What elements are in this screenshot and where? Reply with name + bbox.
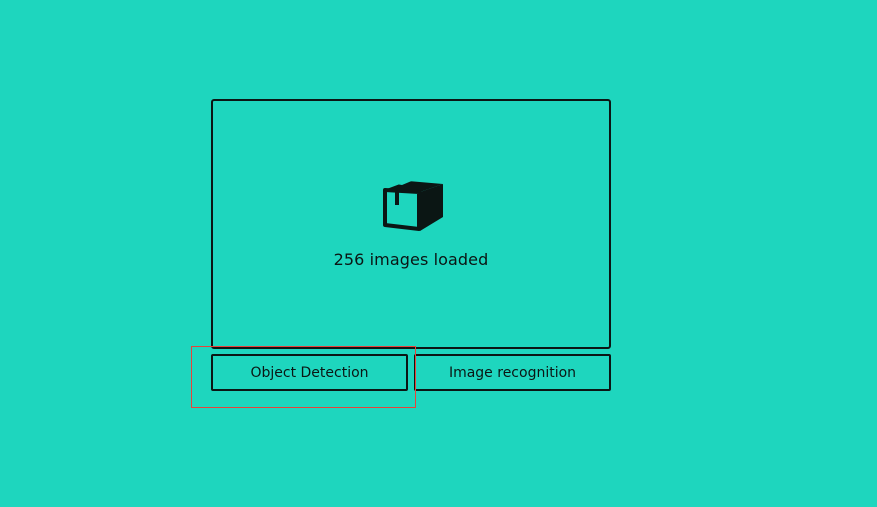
images-loaded-status: 256 images loaded [333,250,489,269]
object-detection-button[interactable]: Object Detection [211,354,408,391]
image-upload-area[interactable]: 256 images loaded [211,99,611,349]
package-box-icon [383,179,443,231]
image-recognition-button[interactable]: Image recognition [414,354,611,391]
